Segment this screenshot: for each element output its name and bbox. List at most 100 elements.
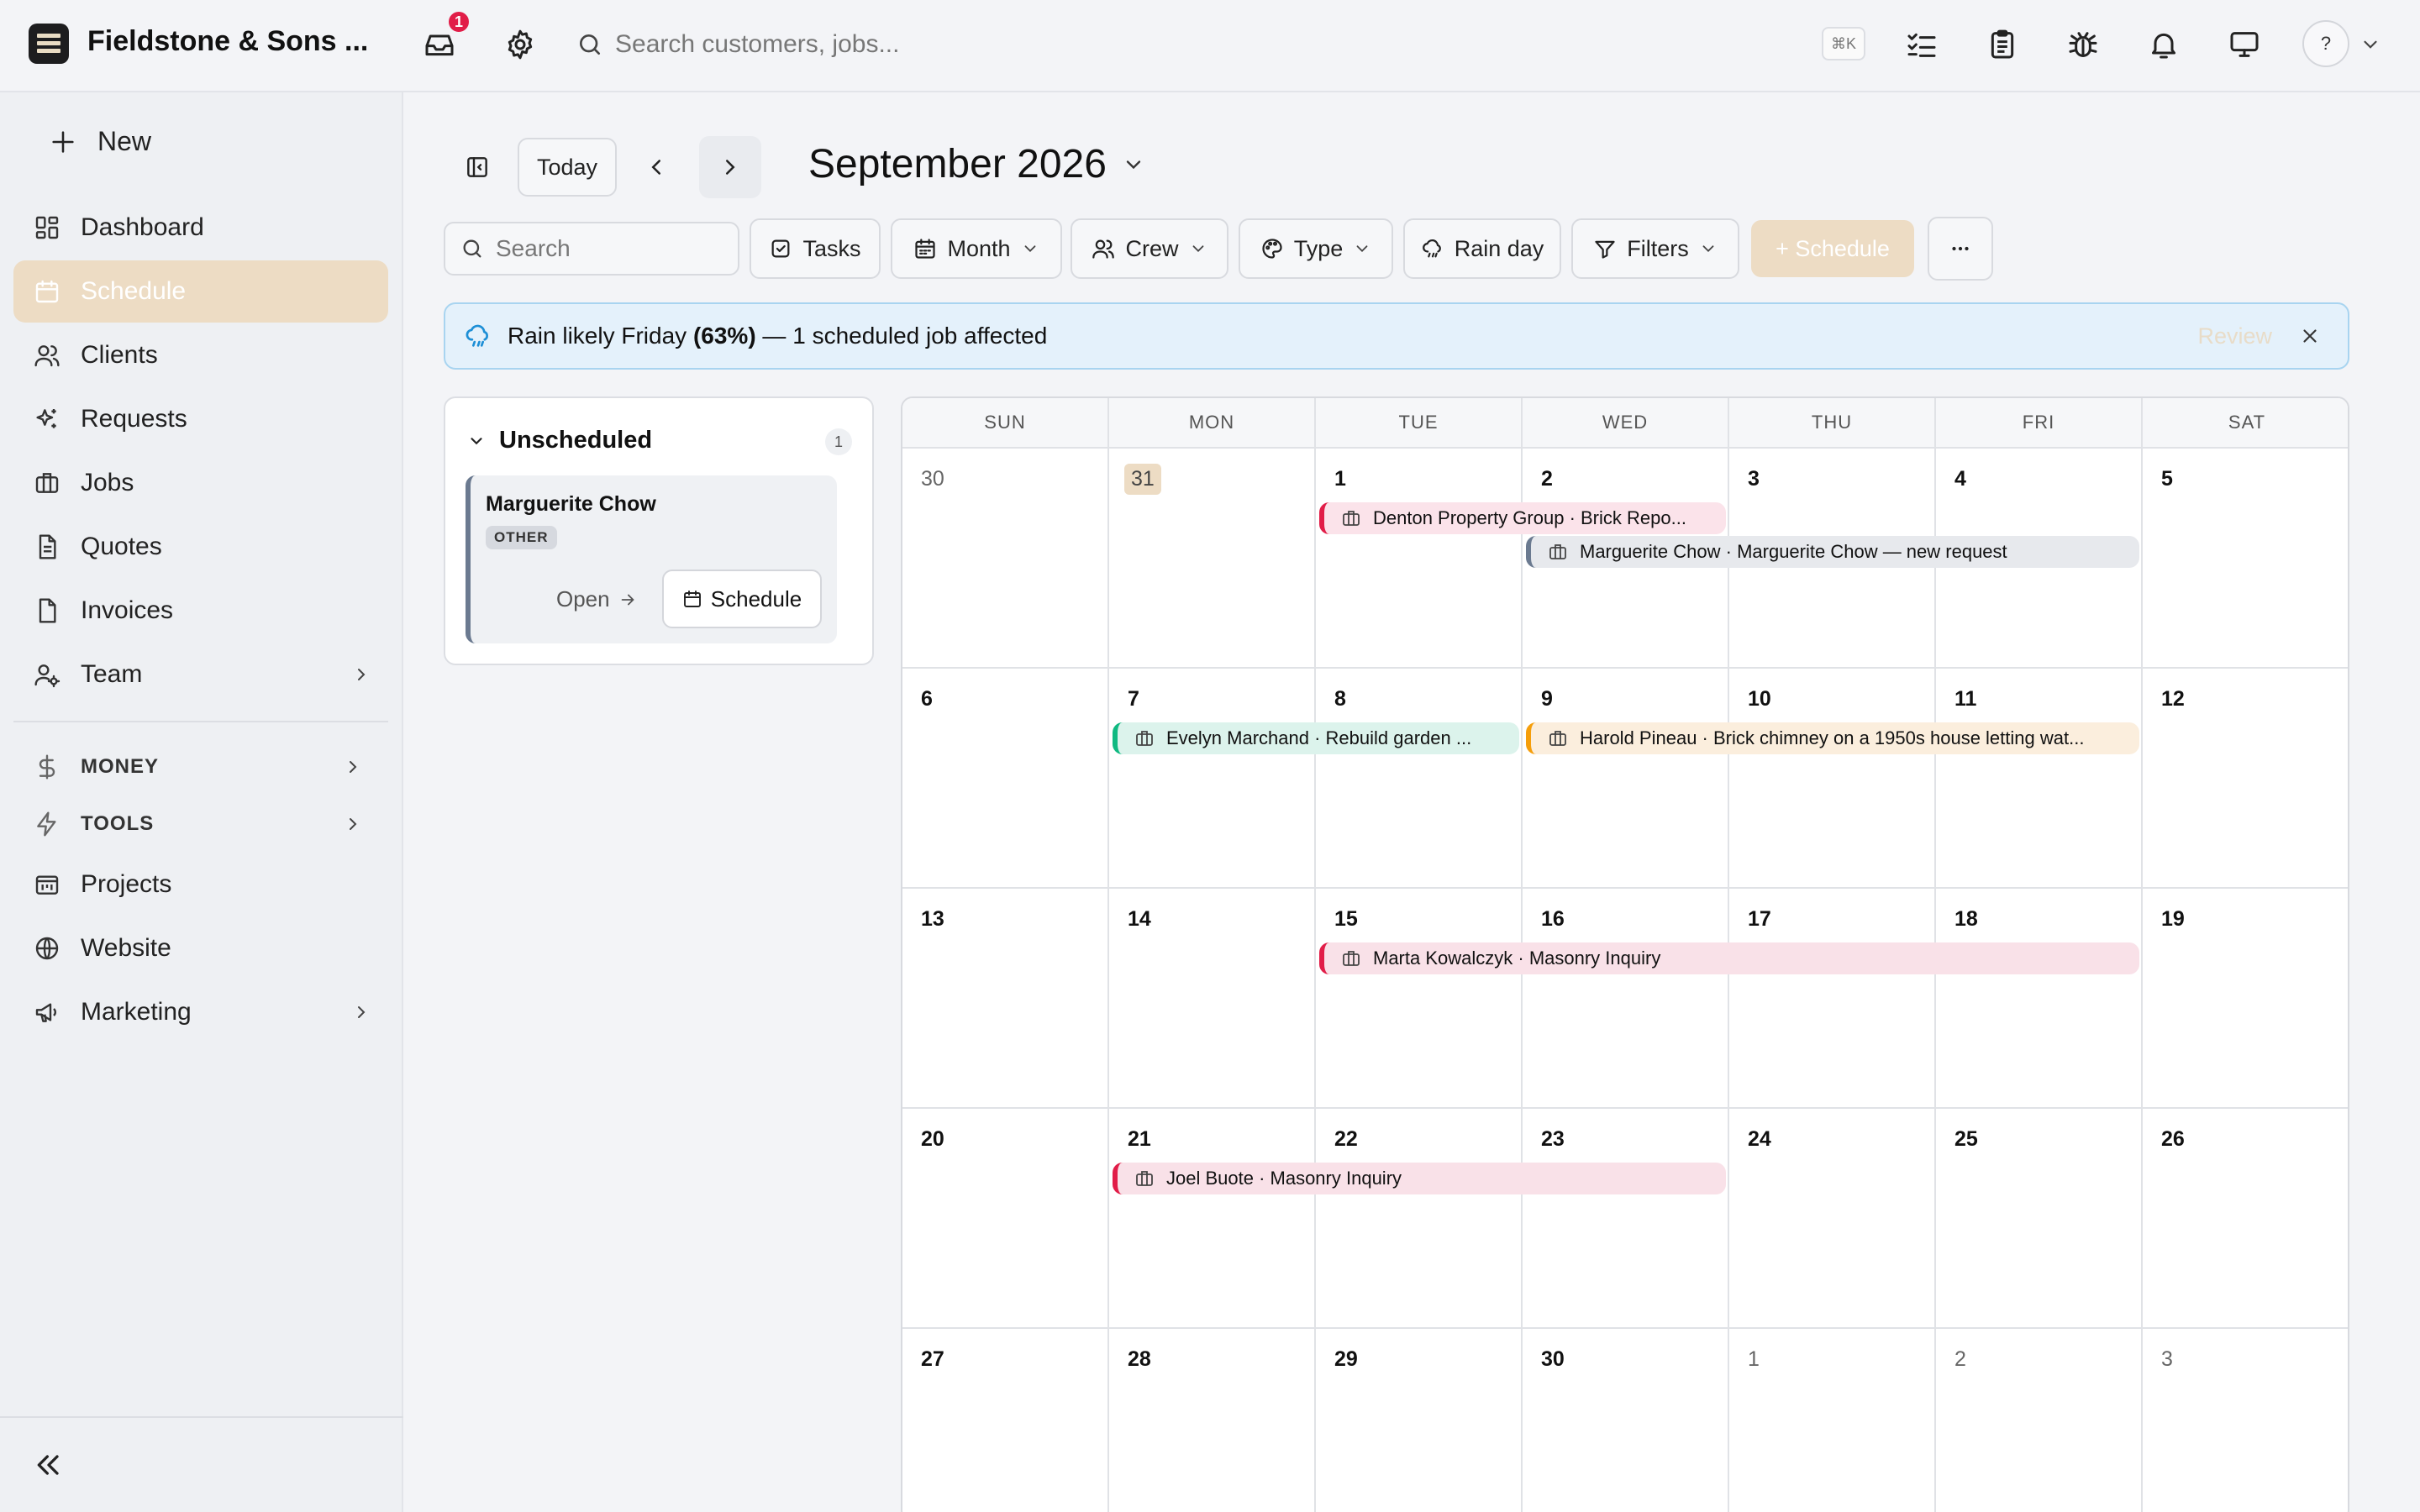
calendar-event[interactable]: Denton Property Group · Brick Repo... [1319,502,1726,534]
sidebar-item-quotes[interactable]: Quotes [13,516,388,578]
briefcase-icon [1134,728,1155,748]
day-number: 16 [1541,907,1565,931]
sidebar-item-schedule[interactable]: Schedule [13,260,388,323]
chevron-left-icon [644,155,669,180]
day-cell[interactable]: 26 [2143,1109,2348,1329]
monitor-icon[interactable] [2225,25,2264,64]
unscheduled-toggle[interactable]: Unscheduled [467,427,652,454]
day-cell[interactable]: 30 [1523,1329,1729,1512]
new-button[interactable]: New [49,126,151,157]
sidebar-section-money[interactable]: MONEY [13,736,388,798]
sidebar-section-label: TOOLS [81,812,155,835]
global-search[interactable] [560,15,1881,74]
open-link[interactable]: Open [556,586,637,612]
calendar-event[interactable]: Marguerite Chow · Marguerite Chow — new … [1526,536,2139,568]
global-search-input[interactable] [615,30,1623,59]
calendar-event[interactable]: Evelyn Marchand · Rebuild garden ... [1113,722,1519,754]
sidebar-item-jobs[interactable]: Jobs [13,452,388,514]
help-button[interactable]: ? [2302,20,2349,67]
sidebar-item-requests[interactable]: Requests [13,388,388,450]
tasks-button[interactable]: Tasks [750,218,881,279]
day-cell[interactable]: 20 [902,1109,1109,1329]
clipboard-icon[interactable] [1983,25,2022,64]
toggle-panel-button[interactable] [444,136,511,198]
collapse-sidebar-icon[interactable] [32,1448,66,1482]
day-cell[interactable]: 15 [1316,889,1523,1109]
day-cell[interactable]: 6 [902,669,1109,889]
day-cell[interactable]: 1 [1729,1329,1936,1512]
next-month-button[interactable] [699,136,761,198]
day-cell[interactable]: 27 [902,1329,1109,1512]
filters-dropdown[interactable]: Filters [1571,218,1739,279]
calendar-event[interactable]: Marta Kowalczyk · Masonry Inquiry [1319,942,2139,974]
day-cell[interactable]: 29 [1316,1329,1523,1512]
more-options-button[interactable] [1928,217,1993,281]
day-cell[interactable]: 9 [1523,669,1729,889]
gear-icon[interactable] [501,25,539,64]
day-cell[interactable]: 25 [1936,1109,2143,1329]
day-cell[interactable]: 28 [1109,1329,1316,1512]
schedule-button[interactable]: + Schedule [1751,220,1914,277]
prev-month-button[interactable] [625,136,687,198]
day-cell[interactable]: 23 [1523,1109,1729,1329]
day-cell[interactable]: 1 [1316,449,1523,669]
sidebar-item-label: Requests [81,405,187,433]
day-cell[interactable]: 22 [1316,1109,1523,1329]
weekday-header: SUN [902,398,1109,449]
bell-icon[interactable] [2144,25,2183,64]
chevron-right-icon [718,155,743,180]
close-icon[interactable] [2299,325,2321,347]
day-cell[interactable]: 16 [1523,889,1729,1109]
day-cell[interactable]: 14 [1109,889,1316,1109]
day-cell[interactable]: 17 [1729,889,1936,1109]
sidebar-item-marketing[interactable]: Marketing [13,981,388,1043]
sidebar-item-projects[interactable]: Projects [13,853,388,916]
day-cell[interactable]: 12 [2143,669,2348,889]
crew-dropdown[interactable]: Crew [1071,218,1228,279]
type-dropdown[interactable]: Type [1239,218,1393,279]
day-cell[interactable]: 19 [2143,889,2348,1109]
sidebar-item-dashboard[interactable]: Dashboard [13,197,388,259]
sidebar-item-label: Dashboard [81,213,204,241]
day-cell[interactable]: 7 [1109,669,1316,889]
today-button[interactable]: Today [518,138,617,197]
day-cell[interactable]: 24 [1729,1109,1936,1329]
day-cell[interactable]: 8 [1316,669,1523,889]
day-cell[interactable]: 13 [902,889,1109,1109]
calendar-event[interactable]: Joel Buote · Masonry Inquiry [1113,1163,1726,1194]
day-cell[interactable]: 3 [2143,1329,2348,1512]
sidebar-item-clients[interactable]: Clients [13,324,388,386]
unscheduled-card[interactable]: Marguerite Chow OTHER Open Schedule [466,475,837,643]
org-name[interactable]: Fieldstone & Sons ... [87,25,368,58]
schedule-search-input[interactable] [496,235,723,262]
company-logo[interactable] [29,24,69,64]
sidebar-section-tools[interactable]: TOOLS [13,793,388,855]
schedule-search[interactable] [444,222,739,276]
card-schedule-button[interactable]: Schedule [662,570,822,628]
sidebar-item-team[interactable]: Team [13,643,388,706]
chevron-down-icon [1122,153,1145,176]
sidebar-item-website[interactable]: Website [13,917,388,979]
day-cell[interactable]: 18 [1936,889,2143,1109]
day-cell[interactable]: 30 [902,449,1109,669]
day-number: 1 [1334,467,1346,491]
review-button[interactable]: Review [2197,323,2272,349]
day-cell[interactable]: 5 [2143,449,2348,669]
sidebar-item-invoices[interactable]: Invoices [13,580,388,642]
calendar-icon [913,237,937,260]
chevron-down-icon [1353,239,1371,258]
unscheduled-panel: Unscheduled 1 Marguerite Chow OTHER Open… [444,396,874,665]
checklist-icon[interactable] [1902,25,1941,64]
bug-icon[interactable] [2064,25,2102,64]
rain-day-button[interactable]: Rain day [1403,218,1561,279]
month-view-dropdown[interactable]: Month [891,218,1062,279]
day-cell[interactable]: 11 [1936,669,2143,889]
day-cell[interactable]: 31 [1109,449,1316,669]
event-label: Harold Pineau · Brick chimney on a 1950s… [1580,727,2085,748]
chevron-down-icon[interactable] [2360,34,2381,55]
month-picker[interactable]: September 2026 [808,141,1145,187]
day-cell[interactable]: 21 [1109,1109,1316,1329]
day-cell[interactable]: 2 [1936,1329,2143,1512]
calendar-event[interactable]: Harold Pineau · Brick chimney on a 1950s… [1526,722,2139,754]
day-cell[interactable]: 10 [1729,669,1936,889]
